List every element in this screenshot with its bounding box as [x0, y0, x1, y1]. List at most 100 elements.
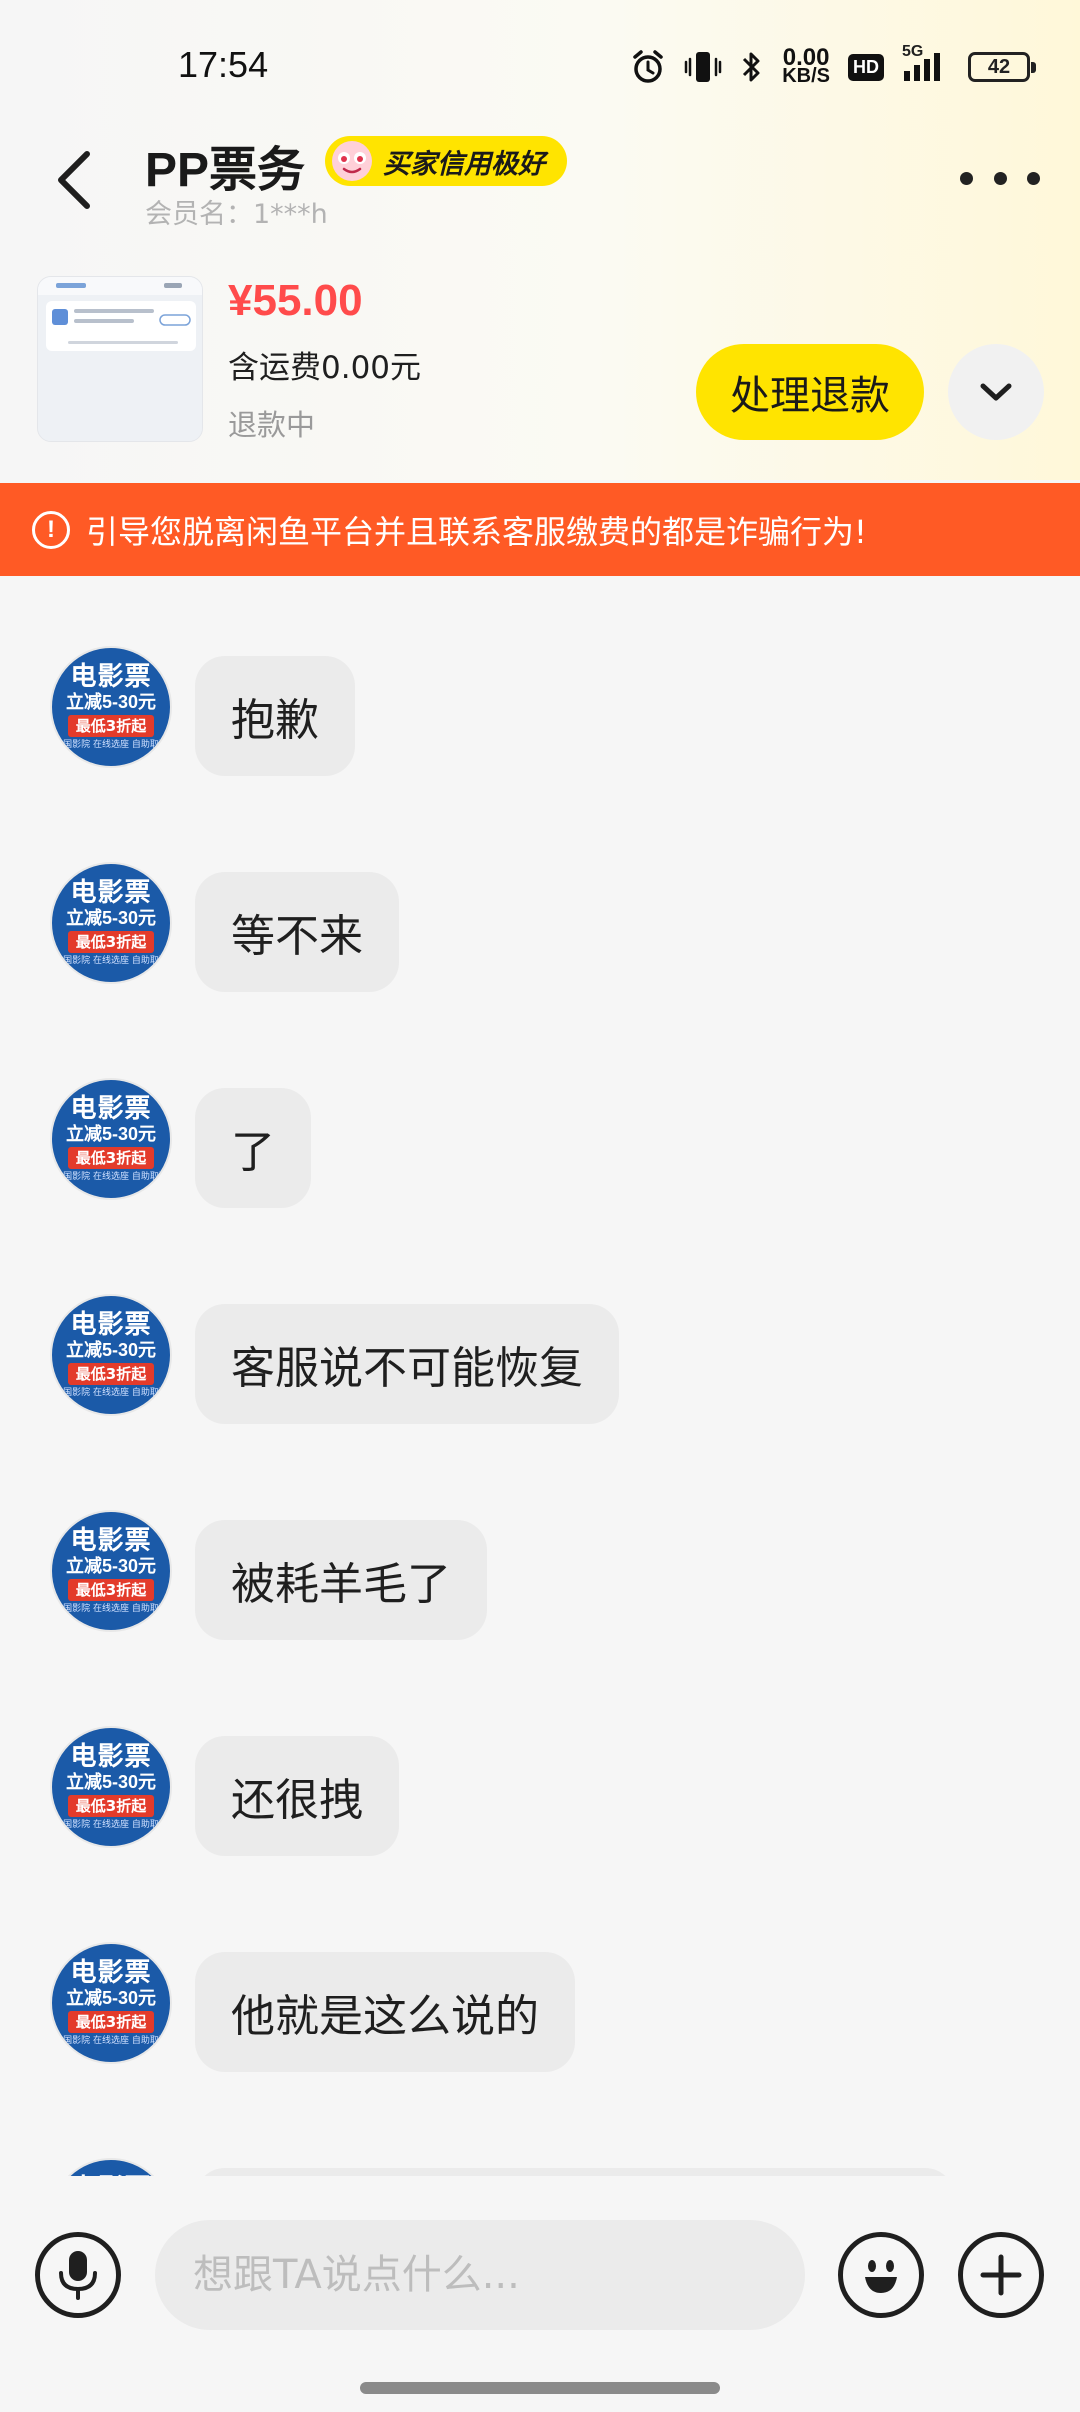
message-bubble[interactable]: 客服说不可能恢复	[195, 1304, 619, 1424]
back-arrow-icon	[58, 151, 90, 209]
alarm-icon	[630, 49, 666, 85]
voice-input-button[interactable]	[35, 2232, 121, 2318]
avatar-text: 全国影院 在线选座 自助取票	[54, 1388, 168, 1398]
fraud-warning-banner: ! 引导您脱离闲鱼平台并且联系客服缴费的都是诈骗行为!	[0, 483, 1080, 576]
avatar-text: 立减5-30元	[65, 692, 157, 712]
status-time: 17:54	[178, 44, 269, 85]
credit-badge-label: 买家信用极好	[383, 148, 545, 180]
avatar-text: 立减5-30元	[65, 1988, 157, 2008]
order-status: 退款中	[228, 408, 316, 442]
more-icon-dot	[1027, 171, 1040, 185]
credit-badge: 买家信用极好	[325, 136, 567, 186]
avatar-text: 全国影院 在线选座 自助取票	[54, 956, 168, 966]
plus-icon	[980, 2254, 1022, 2296]
message-bubble[interactable]: 还很拽	[195, 1736, 399, 1856]
expand-order-button[interactable]	[948, 344, 1044, 440]
message-bubble[interactable]: 抱歉	[195, 656, 355, 776]
avatar-text: 全国影院 在线选座 自助取票	[54, 2036, 168, 2046]
message-row: 电影票 立减5-30元 最低3折起 全国影院 在线选座 自助取票 还很拽	[0, 1726, 1080, 1856]
seller-avatar[interactable]: 电影票 立减5-30元 最低3折起 全国影院 在线选座 自助取票	[50, 1942, 172, 2064]
more-actions-button[interactable]	[958, 2232, 1044, 2318]
back-button[interactable]	[40, 142, 110, 218]
shipping-fee: 含运费0.00元	[228, 350, 422, 386]
avatar-text: 全国影院 在线选座 自助取票	[54, 1820, 168, 1830]
seller-avatar[interactable]: 电影票 立减5-30元 最低3折起 全国影院 在线选座 自助取票	[50, 646, 172, 768]
product-thumbnail[interactable]	[37, 276, 203, 442]
hd-badge: HD	[848, 53, 884, 81]
message-input[interactable]	[155, 2220, 805, 2330]
avatar-text: 电影票	[70, 1526, 152, 1556]
avatar-text: 立减5-30元	[65, 1124, 157, 1144]
seller-avatar[interactable]: 电影票 立减5-30元 最低3折起 全国影院 在线选座 自助取票	[50, 2158, 172, 2176]
avatar-text: 全国影院 在线选座 自助取票	[54, 740, 168, 750]
process-refund-button[interactable]: 处理退款	[696, 344, 924, 440]
page-title: PP票务	[145, 144, 306, 197]
status-icons: 0.00 KB/S HD 5G 42	[630, 43, 1036, 90]
avatar-text: 电影票	[70, 1742, 152, 1772]
avatar-text: 全国影院 在线选座 自助取票	[54, 1604, 168, 1614]
message-row: 电影票 立减5-30元 最低3折起 全国影院 在线选座 自助取票 被耗羊毛了	[0, 1510, 1080, 1640]
message-row: 电影票 立减5-30元 最低3折起 全国影院 在线选座 自助取票 抱歉	[0, 646, 1080, 776]
network-type: 5G	[902, 43, 924, 60]
order-card[interactable]: ¥55.00 含运费0.00元 退款中 处理退款	[0, 270, 1080, 460]
chevron-down-icon	[980, 383, 1012, 401]
message-row: 电影票 立减5-30元 最低3折起 全国影院 在线选座 自助取票 客服说不可能恢…	[0, 1294, 1080, 1424]
avatar-text: 立减5-30元	[65, 1340, 157, 1360]
emoji-icon	[865, 2260, 897, 2293]
avatar-text: 最低3折起	[67, 2011, 155, 2033]
message-row: 电影票 立减5-30元 最低3折起 全国影院 在线选座 自助取票 等不来	[0, 862, 1080, 992]
product-screenshot-image	[38, 277, 202, 441]
order-price: ¥55.00	[228, 276, 363, 325]
seller-avatar[interactable]: 电影票 立减5-30元 最低3折起 全国影院 在线选座 自助取票	[50, 1294, 172, 1416]
chat-header: PP票务 买家信用极好 会员名：1***h	[0, 130, 1080, 240]
message-row-partial: 电影票 立减5-30元 最低3折起 全国影院 在线选座 自助取票	[0, 2158, 1080, 2176]
battery-icon: 42	[968, 52, 1036, 82]
member-name: 会员名：1***h	[145, 199, 328, 230]
avatar-text: 电影票	[70, 662, 152, 692]
avatar-text: 立减5-30元	[65, 1556, 157, 1576]
bluetooth-icon	[740, 49, 764, 85]
vibrate-icon	[684, 49, 722, 85]
avatar-text: 最低3折起	[67, 1795, 155, 1817]
avatar-text: 立减5-30元	[65, 1772, 157, 1792]
seller-avatar[interactable]: 电影票 立减5-30元 最低3折起 全国影院 在线选座 自助取票	[50, 1510, 172, 1632]
message-bubble[interactable]	[195, 2168, 955, 2176]
status-bar: 17:54 0.00 KB/S HD 5G 42	[0, 0, 1080, 130]
smiley-face-icon	[332, 141, 372, 181]
avatar-text: 电影票	[70, 1310, 152, 1340]
avatar-text: 电影票	[70, 1094, 152, 1124]
message-row: 电影票 立减5-30元 最低3折起 全国影院 在线选座 自助取票 了	[0, 1078, 1080, 1208]
more-button[interactable]	[960, 158, 1040, 198]
avatar-text: 立减5-30元	[65, 908, 157, 928]
more-icon-dot	[993, 171, 1007, 185]
net-speed: 0.00 KB/S	[782, 46, 830, 87]
avatar-text: 最低3折起	[67, 1363, 155, 1385]
seller-avatar[interactable]: 电影票 立减5-30元 最低3折起 全国影院 在线选座 自助取票	[50, 1726, 172, 1848]
avatar-text: 电影票	[70, 2175, 151, 2176]
message-bubble[interactable]: 了	[195, 1088, 311, 1208]
message-row: 电影票 立减5-30元 最低3折起 全国影院 在线选座 自助取票 他就是这么说的	[0, 1942, 1080, 2072]
signal-icon: 5G	[902, 43, 950, 85]
seller-avatar[interactable]: 电影票 立减5-30元 最低3折起 全国影院 在线选座 自助取票	[50, 1078, 172, 1200]
home-indicator[interactable]	[360, 2382, 720, 2394]
avatar-text: 最低3折起	[67, 931, 155, 953]
warning-text: 引导您脱离闲鱼平台并且联系客服缴费的都是诈骗行为!	[86, 512, 867, 551]
message-bubble[interactable]: 等不来	[195, 872, 399, 992]
avatar-text: 电影票	[70, 878, 152, 908]
message-list[interactable]: 电影票 立减5-30元 最低3折起 全国影院 在线选座 自助取票 抱歉 电影票 …	[0, 576, 1080, 2176]
message-bubble[interactable]: 被耗羊毛了	[195, 1520, 487, 1640]
avatar-text: 电影票	[70, 1958, 152, 1988]
avatar-text: 全国影院 在线选座 自助取票	[54, 1172, 168, 1182]
warning-icon: !	[32, 510, 70, 549]
more-icon-dot	[960, 171, 973, 185]
emoji-button[interactable]	[838, 2232, 924, 2318]
input-bar	[0, 2180, 1080, 2412]
microphone-icon	[59, 2251, 97, 2300]
avatar-text: 最低3折起	[67, 1579, 155, 1601]
net-speed-unit: KB/S	[782, 65, 830, 87]
message-bubble[interactable]: 他就是这么说的	[195, 1952, 575, 2072]
avatar-text: 最低3折起	[67, 715, 155, 737]
avatar-text: 最低3折起	[67, 1147, 155, 1169]
seller-avatar[interactable]: 电影票 立减5-30元 最低3折起 全国影院 在线选座 自助取票	[50, 862, 172, 984]
chat-screen: 17:54 0.00 KB/S HD 5G 42 PP票务 买家信用极好 会员名…	[0, 0, 1080, 2412]
